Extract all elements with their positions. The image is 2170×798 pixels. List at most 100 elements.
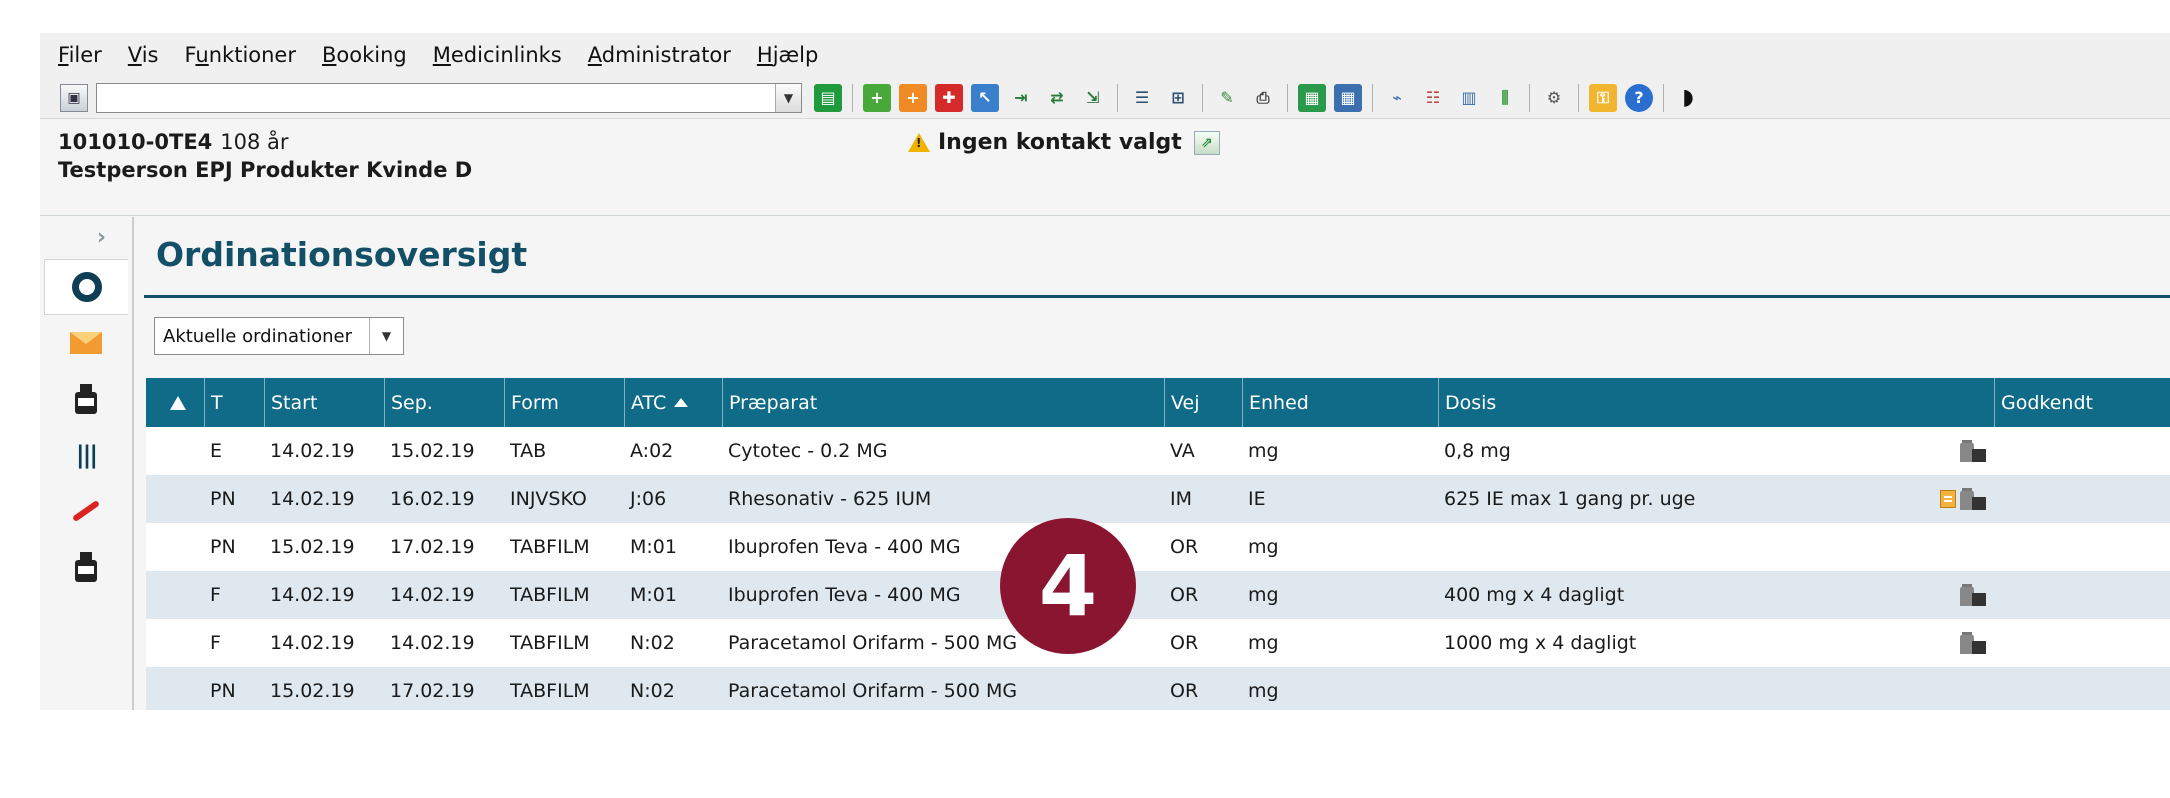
save-icon[interactable]: ▤ bbox=[814, 83, 842, 112]
enhed-cell: mg bbox=[1248, 632, 1279, 654]
patient-search-combo[interactable]: ▼ bbox=[96, 82, 802, 113]
type-cell: PN bbox=[210, 488, 236, 510]
enhed-cell: IE bbox=[1248, 488, 1266, 510]
column-header-dosis[interactable]: Dosis bbox=[1438, 378, 1994, 427]
menu-administrator[interactable]: Administrator bbox=[576, 39, 743, 71]
menu-filer[interactable]: Filer bbox=[56, 39, 114, 71]
chart-icon[interactable]: ⌁ bbox=[1383, 83, 1411, 112]
feed-icon[interactable]: ◗ bbox=[1674, 83, 1702, 112]
pen-icon bbox=[71, 499, 101, 523]
import-icon[interactable]: ⇲ bbox=[1079, 83, 1107, 112]
column-header-sep[interactable]: Sep. bbox=[384, 378, 504, 427]
vej-cell: OR bbox=[1170, 632, 1199, 654]
medication-icon[interactable] bbox=[1960, 488, 1986, 510]
select-contact-icon[interactable]: ⇗ bbox=[1193, 130, 1220, 155]
column-header-type[interactable]: T bbox=[204, 378, 264, 427]
patient-name: Testperson EPJ Produkter Kvinde D bbox=[58, 158, 473, 182]
start-cell: 14.02.19 bbox=[270, 488, 355, 510]
refresh-icon[interactable]: ⇄ bbox=[1043, 83, 1071, 112]
menu-hjaelp[interactable]: Hjælp bbox=[745, 39, 830, 71]
ordination-table: T Start Sep. Form ATC Præparat Vej Enhed… bbox=[146, 378, 2170, 710]
menu-funktioner[interactable]: Funktioner bbox=[172, 39, 308, 71]
dosis-cell: 400 mg x 4 dagligt bbox=[1438, 584, 1994, 606]
cursor-icon[interactable]: ↖ bbox=[971, 83, 999, 112]
menu-booking[interactable]: Booking bbox=[310, 39, 419, 71]
book-icon[interactable]: ▥ bbox=[1455, 83, 1483, 112]
praeparat-cell: Paracetamol Orifarm - 500 MG bbox=[728, 680, 1018, 702]
step-number-badge: 4 bbox=[1000, 518, 1136, 654]
vej-cell: VA bbox=[1170, 440, 1195, 462]
column-header-vej[interactable]: Vej bbox=[1164, 378, 1242, 427]
ordination-filter-select[interactable]: Aktuelle ordinationer ▼ bbox=[154, 317, 404, 355]
chevron-down-icon[interactable]: ▼ bbox=[775, 83, 801, 112]
grid-green-icon[interactable]: ▦ bbox=[1298, 83, 1326, 112]
new-order-icon[interactable]: + bbox=[899, 83, 927, 112]
column-header-warning[interactable] bbox=[146, 378, 204, 427]
dictation-icon[interactable]: ✎ bbox=[1213, 83, 1241, 112]
toolbar-separator bbox=[1663, 83, 1664, 112]
note-icon[interactable] bbox=[1940, 490, 1956, 508]
sidebar-item-notes[interactable] bbox=[44, 483, 128, 539]
column-header-start[interactable]: Start bbox=[264, 378, 384, 427]
key-icon[interactable]: ⚿ bbox=[1589, 83, 1617, 112]
table-row[interactable]: PN 14.02.19 16.02.19 INJVSKO J:06 Rheson… bbox=[146, 475, 2170, 523]
chevron-down-icon[interactable]: ▼ bbox=[369, 318, 403, 354]
praeparat-cell: Cytotec - 0.2 MG bbox=[728, 440, 888, 462]
settings-dropdown-icon[interactable]: ⚙ bbox=[1540, 83, 1568, 112]
enhed-cell: mg bbox=[1248, 440, 1279, 462]
dosis-cell: 0,8 mg bbox=[1438, 440, 1994, 462]
warning-icon bbox=[170, 395, 186, 410]
column-header-form[interactable]: Form bbox=[504, 378, 624, 427]
sidebar-item-prescriptions[interactable] bbox=[44, 539, 128, 595]
atc-cell: M:01 bbox=[630, 536, 677, 558]
warning-icon: ! bbox=[908, 133, 930, 152]
table-row[interactable]: PN 15.02.19 17.02.19 TABFILM N:02 Parace… bbox=[146, 667, 2170, 710]
sidebar-item-samples[interactable]: ||| bbox=[44, 427, 128, 483]
sidebar-item-settings[interactable] bbox=[44, 259, 128, 315]
column-header-enhed[interactable]: Enhed bbox=[1242, 378, 1438, 427]
user-menu-icon[interactable]: ☰ bbox=[1128, 83, 1156, 112]
expand-sidebar-icon[interactable]: › bbox=[44, 217, 128, 257]
grid-blue-icon[interactable]: ▦ bbox=[1334, 83, 1362, 112]
sidebar-item-medication[interactable] bbox=[44, 371, 128, 427]
menu-vis[interactable]: Vis bbox=[116, 39, 171, 71]
type-cell: PN bbox=[210, 536, 236, 558]
medication-icon[interactable] bbox=[1960, 632, 1986, 654]
form-cell: TABFILM bbox=[510, 584, 590, 606]
table-row[interactable]: E 14.02.19 15.02.19 TAB A:02 Cytotec - 0… bbox=[146, 427, 2170, 475]
column-header-atc[interactable]: ATC bbox=[624, 378, 722, 427]
column-header-godkendt[interactable]: Godkendt bbox=[1994, 378, 2170, 427]
patient-lookup-icon[interactable]: ▣ bbox=[60, 83, 88, 112]
type-cell: PN bbox=[210, 680, 236, 702]
list-icon[interactable]: ☷ bbox=[1419, 83, 1447, 112]
table-row[interactable]: PN 15.02.19 17.02.19 TABFILM M:01 Ibupro… bbox=[146, 523, 2170, 571]
patient-cpr: 101010-0TE4 bbox=[58, 130, 213, 154]
vej-cell: OR bbox=[1170, 680, 1199, 702]
table-header: T Start Sep. Form ATC Præparat Vej Enhed… bbox=[146, 378, 2170, 427]
patient-header: 101010-0TE4 108 år Testperson EPJ Produkt… bbox=[40, 120, 2170, 216]
medication-icon[interactable] bbox=[1960, 584, 1986, 606]
merge-icon[interactable]: ⇥ bbox=[1007, 83, 1035, 112]
enhed-cell: mg bbox=[1248, 680, 1279, 702]
start-cell: 14.02.19 bbox=[270, 440, 355, 462]
atc-cell: A:02 bbox=[630, 440, 674, 462]
medication-icon[interactable] bbox=[1960, 440, 1986, 462]
columns-icon[interactable]: ⫼ bbox=[1491, 83, 1519, 112]
praeparat-cell: Rhesonativ - 625 IUM bbox=[728, 488, 932, 510]
table-row[interactable]: F 14.02.19 14.02.19 TABFILM N:02 Paracet… bbox=[146, 619, 2170, 667]
table-row[interactable]: F 14.02.19 14.02.19 TABFILM M:01 Ibuprof… bbox=[146, 571, 2170, 619]
menu-medicinlinks[interactable]: Medicinlinks bbox=[421, 39, 574, 71]
form-cell: TABFILM bbox=[510, 680, 590, 702]
add-dropdown-icon[interactable]: ⊞ bbox=[1164, 83, 1192, 112]
help-icon[interactable]: ? bbox=[1625, 83, 1653, 112]
title-divider bbox=[144, 295, 2170, 298]
atc-cell: N:02 bbox=[630, 632, 675, 654]
sidebar-item-messages[interactable] bbox=[44, 315, 128, 371]
filter-value: Aktuelle ordinationer bbox=[163, 325, 352, 347]
new-note-icon[interactable]: + bbox=[863, 83, 891, 112]
medical-cross-icon[interactable]: ✚ bbox=[935, 83, 963, 112]
column-header-praeparat[interactable]: Præparat bbox=[722, 378, 1164, 427]
type-cell: F bbox=[210, 632, 221, 654]
start-cell: 15.02.19 bbox=[270, 536, 355, 558]
print-icon[interactable]: ⎙ bbox=[1249, 83, 1277, 112]
